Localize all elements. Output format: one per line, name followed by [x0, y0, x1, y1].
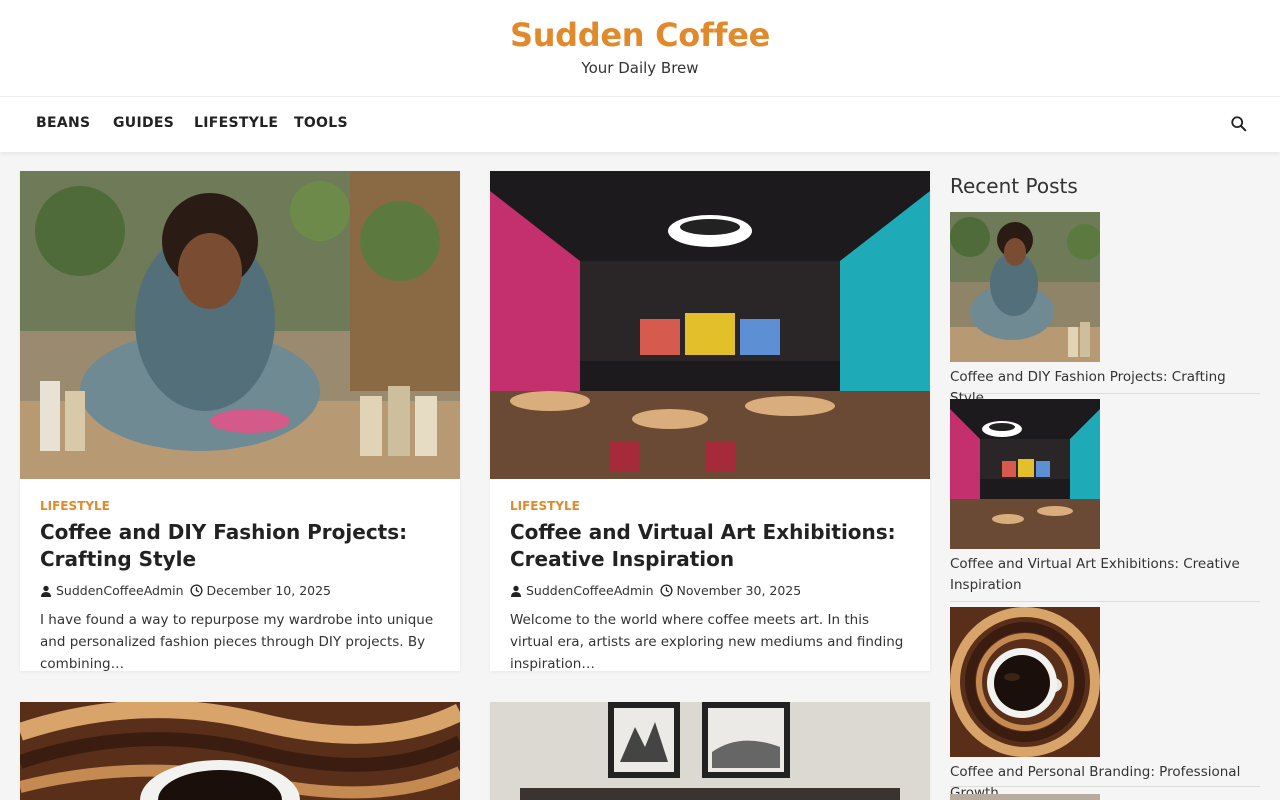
post-image-interior[interactable]: [490, 702, 930, 800]
post-date[interactable]: November 30, 2025: [660, 583, 802, 598]
post-image-cafe[interactable]: [490, 171, 930, 479]
user-icon: [511, 585, 521, 597]
post-image-sewing[interactable]: [20, 171, 460, 479]
recent-post-thumbnail[interactable]: [950, 794, 1100, 800]
recent-post-title[interactable]: Coffee and Virtual Art Exhibitions: Crea…: [950, 554, 1260, 596]
post-card: [20, 702, 460, 800]
post-author-name: SuddenCoffeeAdmin: [526, 583, 654, 598]
recent-post-item: Coffee and DIY Fashion Projects: Craftin…: [950, 212, 1260, 406]
search-icon[interactable]: [1230, 115, 1250, 135]
post-author[interactable]: SuddenCoffeeAdmin: [40, 583, 184, 598]
post-card: LIFESTYLE Coffee and DIY Fashion Project…: [20, 171, 460, 672]
site-tagline: Your Daily Brew: [581, 59, 699, 77]
post-card: [490, 702, 930, 800]
post-date-text: December 10, 2025: [206, 583, 332, 598]
recent-post-item: Coffee and Personal Branding: Profession…: [950, 607, 1260, 800]
nav-item-beans[interactable]: BEANS: [36, 115, 90, 131]
site-header: Sudden Coffee Your Daily Brew: [0, 0, 1280, 96]
recent-post-thumbnail[interactable]: [950, 212, 1100, 362]
recent-post-item: [950, 794, 1260, 800]
post-date[interactable]: December 10, 2025: [190, 583, 331, 598]
nav-item-guides[interactable]: GUIDES: [113, 115, 174, 131]
post-date-text: November 30, 2025: [676, 583, 802, 598]
main-nav: BEANS GUIDES LIFESTYLE TOOLS: [0, 96, 1280, 152]
post-image-coffee-swirl[interactable]: [20, 702, 460, 800]
post-card: LIFESTYLE Coffee and Virtual Art Exhibit…: [490, 171, 930, 672]
nav-item-tools[interactable]: TOOLS: [294, 115, 348, 131]
recent-post-item: Coffee and Virtual Art Exhibitions: Crea…: [950, 399, 1260, 602]
recent-post-thumbnail[interactable]: [950, 399, 1100, 549]
clock-icon: [660, 584, 673, 597]
post-category[interactable]: LIFESTYLE: [510, 499, 580, 513]
post-meta: SuddenCoffeeAdmin November 30, 2025: [510, 583, 801, 598]
nav-item-lifestyle[interactable]: LIFESTYLE: [194, 115, 278, 131]
recent-post-thumbnail[interactable]: [950, 607, 1100, 757]
post-author-name: SuddenCoffeeAdmin: [56, 583, 184, 598]
post-title[interactable]: Coffee and Virtual Art Exhibitions: Crea…: [510, 519, 910, 573]
clock-icon: [190, 584, 203, 597]
user-icon: [41, 585, 51, 597]
post-meta: SuddenCoffeeAdmin December 10, 2025: [40, 583, 331, 598]
post-author[interactable]: SuddenCoffeeAdmin: [510, 583, 654, 598]
post-excerpt: I have found a way to repurpose my wardr…: [40, 612, 434, 672]
post-category[interactable]: LIFESTYLE: [40, 499, 110, 513]
post-excerpt: Welcome to the world where coffee meets …: [510, 612, 904, 672]
sidebar-heading: Recent Posts: [950, 174, 1078, 198]
site-title[interactable]: Sudden Coffee: [0, 16, 1280, 54]
post-title[interactable]: Coffee and DIY Fashion Projects: Craftin…: [40, 519, 440, 573]
